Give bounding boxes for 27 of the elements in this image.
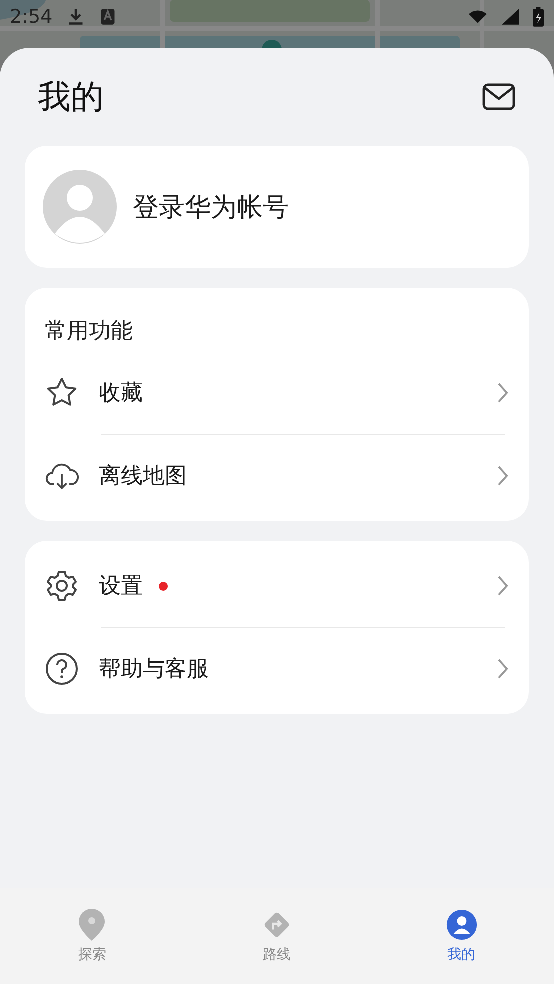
menu-item[interactable]: 离线地图 [25,435,529,517]
chevron-icon [497,575,509,597]
wifi-icon [469,8,487,26]
settings-icon [45,569,79,603]
chevron-icon [497,382,509,404]
section-title: 常用功能 [44,318,134,346]
menu-label: 帮助与客服 [99,656,209,684]
tab[interactable]: 我的 [369,908,554,964]
avatar-icon [43,170,117,244]
status-time: 2:54 [10,6,53,28]
download-icon [66,8,85,26]
page-title: 我的 [38,76,104,118]
keyboard-icon [98,8,117,26]
user-icon [446,908,478,942]
battery-icon [533,7,544,27]
menu-label: 设置 [99,573,143,601]
menu-item[interactable]: 收藏 [25,352,529,434]
mail-icon[interactable] [482,83,516,111]
help-icon [45,652,79,686]
chevron-icon [497,465,509,487]
menu-label: 收藏 [99,380,143,408]
login-card[interactable]: 登录华为帐号 [25,146,529,268]
chevron-icon [497,658,509,680]
menu-item[interactable]: 帮助与客服 [25,628,529,710]
menu-label: 离线地图 [99,463,187,491]
login-label: 登录华为帐号 [133,192,289,224]
menu-item[interactable]: 设置 [25,545,529,627]
